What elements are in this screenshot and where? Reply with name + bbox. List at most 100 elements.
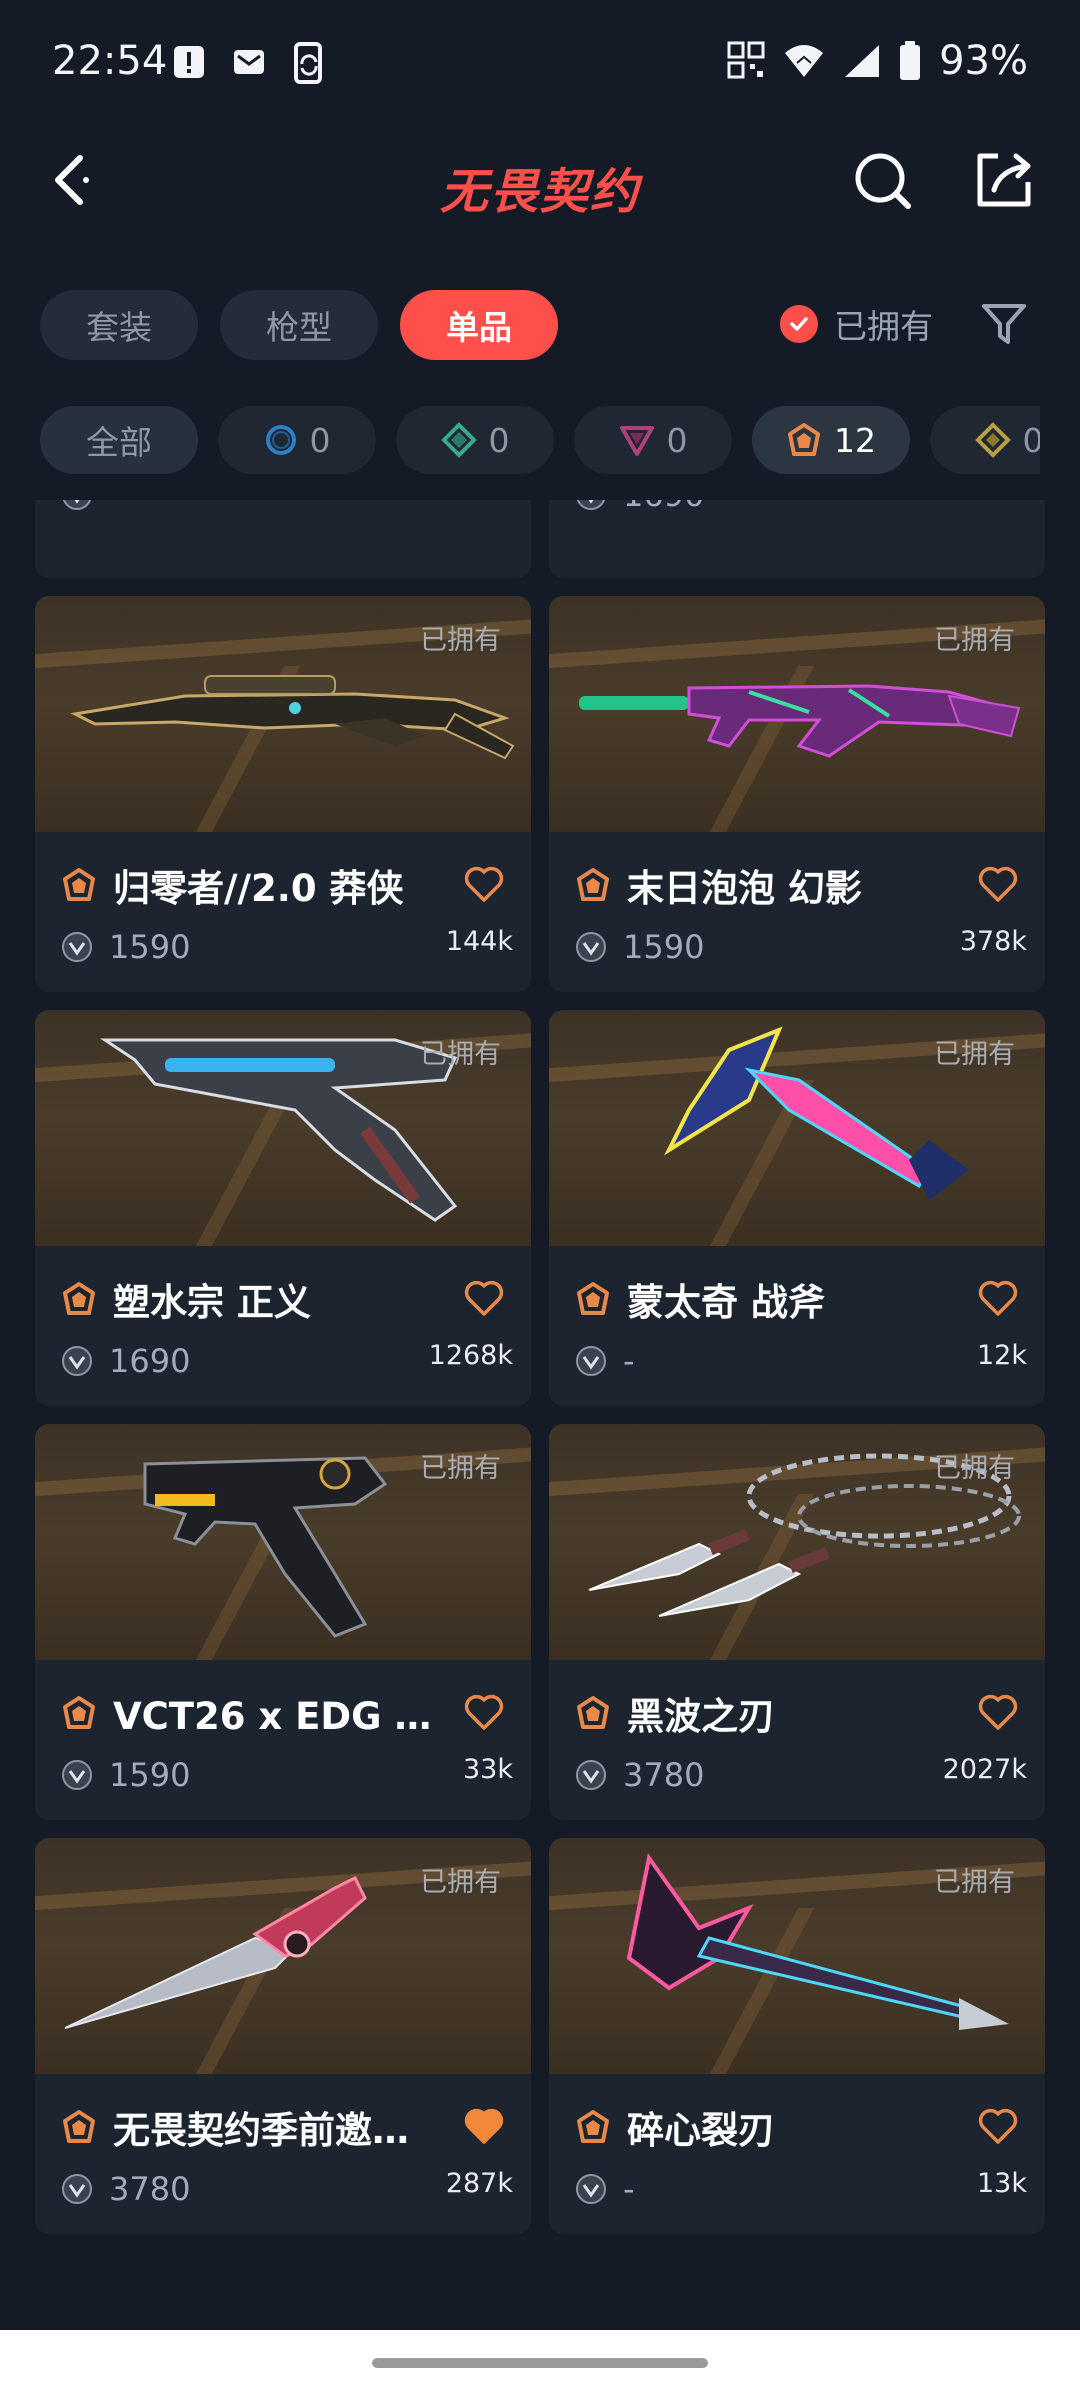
rarity-chip-exclusive[interactable]: 12 [752, 406, 910, 474]
item-image: 已拥有 [549, 1838, 1045, 2074]
alert-notification-icon [174, 46, 204, 78]
item-card[interactable]: 已拥有 塑水宗 正义 1690 1268k [35, 1010, 531, 1406]
select-tier-icon [265, 425, 296, 455]
vp-currency-icon [62, 932, 92, 962]
signal-icon [845, 45, 880, 77]
item-card[interactable]: 已拥有 归零者//2.0 莽侠 1590 144k [35, 596, 531, 992]
wifi-icon [785, 45, 824, 77]
item-likes: 1268k [428, 1340, 513, 1371]
rarity-chip-premium[interactable]: 0 [574, 406, 732, 474]
owned-badge: 已拥有 [420, 625, 501, 656]
heart-icon[interactable] [977, 2106, 1019, 2146]
vp-currency-icon [62, 1346, 92, 1376]
premium-tier-icon [619, 426, 654, 456]
rarity-chip-count: 0 [1022, 420, 1041, 460]
rarity-chip-deluxe[interactable]: 0 [396, 406, 554, 474]
rarity-chip-count: 0 [666, 420, 688, 460]
item-likes: 144k [445, 926, 513, 957]
home-indicator[interactable] [372, 2358, 708, 2368]
heart-icon[interactable] [977, 864, 1019, 904]
item-price: 3780 [623, 1756, 705, 1794]
heart-icon[interactable] [463, 1692, 505, 1732]
status-bar: 22:54 93% [0, 0, 1080, 120]
exclusive-tier-icon [788, 423, 820, 456]
owned-badge: 已拥有 [934, 625, 1015, 656]
filter-funnel-icon[interactable] [980, 300, 1028, 348]
item-likes: 287k [445, 2168, 513, 2199]
search-button[interactable] [848, 146, 916, 214]
owned-badge: 已拥有 [420, 1039, 501, 1070]
vp-currency-icon [576, 500, 606, 510]
vp-currency-icon [62, 1760, 92, 1790]
mail-notification-icon [234, 50, 264, 74]
item-name: 碎心裂刃 [627, 2109, 775, 2152]
item-price: 1590 [623, 928, 705, 966]
status-system-icons: 93% [727, 38, 1028, 84]
item-price: 1590 [109, 1756, 191, 1794]
item-likes: 8k [480, 500, 513, 505]
item-price: 1590 [109, 928, 191, 966]
vp-currency-icon [576, 2174, 606, 2204]
item-likes: 12k [977, 1340, 1027, 1371]
phone-sync-notification-icon [294, 42, 322, 84]
rarity-chip-select[interactable]: 0 [218, 406, 376, 474]
item-likes: 33k [463, 1754, 513, 1785]
battery-percentage: 93% [939, 38, 1028, 84]
exclusive-tier-icon [577, 1696, 609, 1729]
heart-icon[interactable] [977, 1692, 1019, 1732]
item-name: 无畏契约季前邀… [113, 2109, 409, 2152]
item-card[interactable]: 已拥有 末日泡泡 幻影 1590 378k [549, 596, 1045, 992]
owned-badge: 已拥有 [934, 1453, 1015, 1484]
page-title: 无畏契约 [439, 164, 640, 220]
tab-suits[interactable]: 套装 [40, 290, 198, 360]
item-name: 黑波之刃 [627, 1695, 775, 1738]
item-image: 已拥有 [549, 596, 1045, 832]
item-card[interactable]: 已拥有 黑波之刃 3780 2027k [549, 1424, 1045, 1820]
item-card[interactable]: - 8k [35, 500, 531, 578]
rarity-filter-row: 全部 0 0 0 12 0 [40, 406, 1040, 474]
item-image: 已拥有 [35, 1838, 531, 2074]
heart-filled-icon[interactable] [463, 2106, 505, 2146]
rarity-chip-all[interactable]: 全部 [40, 406, 198, 474]
item-card[interactable]: 已拥有 无畏契约季前邀… 3780 287k [35, 1838, 531, 2234]
item-likes: 2363k [943, 500, 1027, 505]
exclusive-tier-icon [577, 2110, 609, 2143]
heart-icon[interactable] [463, 864, 505, 904]
vp-currency-icon [576, 1346, 606, 1376]
exclusive-tier-icon [63, 868, 95, 901]
item-card[interactable]: 已拥有 VCT26 x EDG 标… 1590 33k [35, 1424, 531, 1820]
rarity-chip-count: 0 [309, 420, 331, 460]
owned-badge: 已拥有 [934, 1867, 1015, 1898]
heart-icon[interactable] [463, 1278, 505, 1318]
item-price: 3780 [109, 2170, 191, 2208]
item-likes: 13k [977, 2168, 1027, 2199]
owned-filter-toggle[interactable]: 已拥有 [780, 300, 933, 348]
item-price: 1690 [623, 500, 704, 514]
share-button[interactable] [970, 146, 1038, 214]
status-time: 22:54 [52, 38, 168, 84]
tab-single-items[interactable]: 单品 [400, 290, 558, 360]
tab-gun-types[interactable]: 枪型 [220, 290, 378, 360]
item-card[interactable]: 1690 2363k [549, 500, 1045, 578]
qr-code-icon [727, 41, 765, 79]
item-price: - [109, 500, 121, 514]
item-likes: 378k [959, 926, 1027, 957]
owned-badge: 已拥有 [934, 1039, 1015, 1070]
item-card[interactable]: 已拥有 蒙太奇 战斧 - 12k [549, 1010, 1045, 1406]
item-image: 已拥有 [35, 596, 531, 832]
item-name: 归零者//2.0 莽侠 [113, 867, 404, 910]
rarity-chip-count: 12 [834, 420, 876, 460]
owned-filter-label: 已拥有 [834, 307, 933, 346]
item-grid[interactable]: - 8k 1690 2363k 已拥有 [0, 500, 1080, 2330]
heart-icon[interactable] [977, 1278, 1019, 1318]
exclusive-tier-icon [577, 1282, 609, 1315]
rarity-chip-label: 全部 [86, 423, 152, 462]
vp-currency-icon [576, 932, 606, 962]
item-image: 已拥有 [549, 1010, 1045, 1246]
exclusive-tier-icon [63, 1696, 95, 1729]
rarity-chip-ultra[interactable]: 0 [930, 406, 1040, 474]
item-name: 蒙太奇 战斧 [627, 1281, 825, 1324]
item-image: 已拥有 [549, 1424, 1045, 1660]
exclusive-tier-icon [577, 868, 609, 901]
item-card[interactable]: 已拥有 碎心裂刃 - 13k [549, 1838, 1045, 2234]
